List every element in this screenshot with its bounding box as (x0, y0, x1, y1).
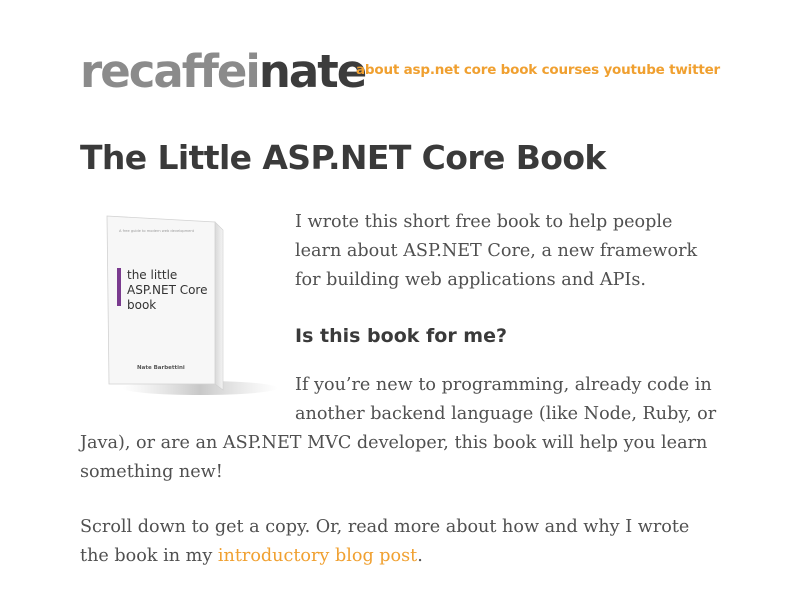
logo-dark-part: nate (258, 45, 367, 98)
section-heading: Is this book for me? (295, 325, 508, 347)
book-cover-graphic: A free guide to modern web development t… (106, 215, 278, 395)
cover-title-line3: book (127, 298, 156, 312)
nav-link-about[interactable]: about (356, 62, 399, 78)
nav-link-courses[interactable]: courses (542, 62, 600, 78)
cover-title-line1: the little (127, 268, 177, 282)
main-nav: about asp.net core book courses youtube … (356, 62, 720, 78)
cover-title-line2: ASP.NET Core (127, 283, 207, 297)
nav-link-book[interactable]: asp.net core book (404, 62, 538, 78)
nav-link-twitter[interactable]: twitter (669, 62, 720, 78)
blog-post-link[interactable]: introductory blog post (218, 546, 417, 566)
main-content: A free guide to modern web development t… (80, 208, 720, 597)
book-cover-image: A free guide to modern web development t… (105, 212, 280, 402)
cta-paragraph: Scroll down to get a copy. Or, read more… (80, 513, 720, 571)
site-header: recaffeinate about asp.net core book cou… (80, 40, 740, 104)
nav-link-youtube[interactable]: youtube (603, 62, 664, 78)
cover-tagline: A free guide to modern web development (119, 229, 195, 233)
cover-author: Nate Barbettini (137, 365, 185, 371)
page-title: The Little ASP.NET Core Book (80, 138, 606, 177)
site-logo[interactable]: recaffeinate (80, 40, 367, 104)
cover-accent-bar (117, 268, 121, 306)
logo-light-part: recaffei (80, 45, 261, 98)
cta-suffix: . (417, 546, 423, 566)
